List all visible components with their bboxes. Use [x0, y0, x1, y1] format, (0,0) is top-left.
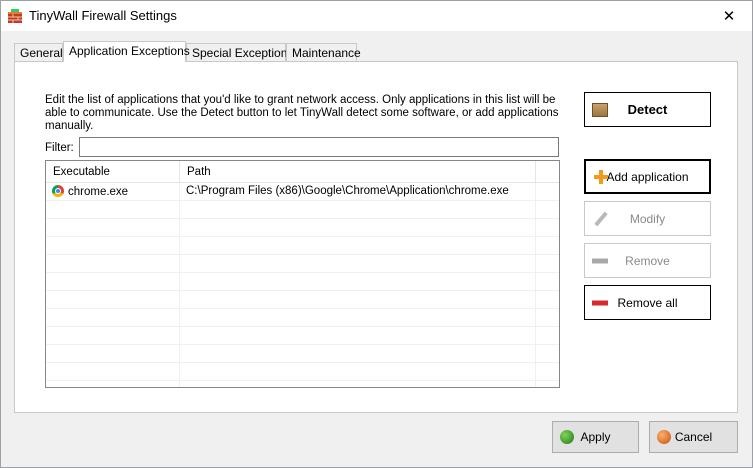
description-text: Edit the list of applications that you'd… — [45, 94, 559, 132]
chrome-icon — [52, 185, 64, 197]
list-header: Executable Path — [46, 161, 559, 183]
executable-name: chrome.exe — [68, 186, 129, 198]
column-header-path[interactable]: Path — [180, 161, 536, 183]
empty-row — [46, 255, 559, 273]
apply-button[interactable]: Apply — [552, 421, 639, 453]
empty-row — [46, 219, 559, 237]
table-row[interactable]: chrome.exe C:\Program Files (x86)\Google… — [46, 183, 559, 201]
empty-row — [46, 363, 559, 381]
tab-general[interactable]: General — [14, 43, 63, 61]
cancel-button[interactable]: Cancel — [649, 421, 738, 453]
empty-row — [46, 273, 559, 291]
tab-maintenance[interactable]: Maintenance — [286, 43, 361, 61]
empty-row — [46, 327, 559, 345]
empty-row — [46, 201, 559, 219]
box-icon — [592, 102, 608, 117]
application-list[interactable]: Executable Path chrome.exe C:\Program Fi… — [45, 160, 560, 388]
pencil-icon — [592, 211, 608, 227]
empty-row — [46, 237, 559, 255]
plus-icon — [593, 169, 609, 185]
tab-application-exceptions[interactable]: Application Exceptions — [63, 41, 190, 62]
filter-label: Filter: — [45, 142, 74, 154]
executable-cell: chrome.exe — [52, 183, 128, 201]
modify-button[interactable]: Modify — [584, 201, 711, 236]
remove-all-icon — [592, 300, 608, 305]
window-title: TinyWall Firewall Settings — [29, 8, 177, 23]
path-cell: C:\Program Files (x86)\Google\Chrome\App… — [186, 185, 509, 197]
remove-icon — [592, 258, 608, 263]
close-icon: ✕ — [722, 8, 736, 25]
tab-special-exceptions[interactable]: Special Exceptions — [186, 43, 293, 61]
settings-window: TinyWall Firewall Settings ✕ General App… — [0, 0, 753, 468]
cancel-icon — [657, 430, 671, 444]
detect-button[interactable]: Detect — [584, 92, 711, 127]
remove-button[interactable]: Remove — [584, 243, 711, 278]
empty-row — [46, 291, 559, 309]
empty-row — [46, 309, 559, 327]
add-application-button[interactable]: Add application — [584, 159, 711, 194]
apply-icon — [560, 430, 574, 444]
empty-row — [46, 345, 559, 363]
remove-all-button[interactable]: Remove all — [584, 285, 711, 320]
title-bar: TinyWall Firewall Settings ✕ — [1, 1, 752, 31]
column-header-executable[interactable]: Executable — [46, 161, 180, 183]
tinywall-app-icon — [8, 9, 22, 23]
close-button[interactable]: ✕ — [706, 1, 752, 31]
filter-input[interactable] — [79, 137, 559, 157]
